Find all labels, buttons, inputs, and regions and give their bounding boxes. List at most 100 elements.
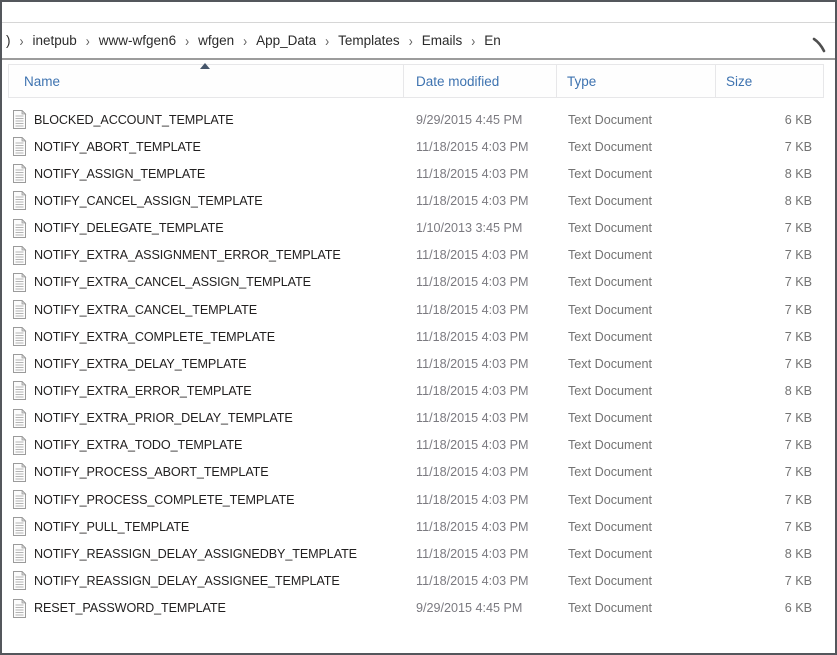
- file-row[interactable]: NOTIFY_EXTRA_PRIOR_DELAY_TEMPLATE 11/18/…: [2, 405, 833, 432]
- file-date-modified: 11/18/2015 4:03 PM: [404, 438, 558, 452]
- text-document-icon: [12, 571, 27, 590]
- text-document-icon: [12, 490, 27, 509]
- file-type: Text Document: [558, 194, 718, 208]
- text-document-icon: [12, 191, 27, 210]
- file-row[interactable]: NOTIFY_EXTRA_COMPLETE_TEMPLATE 11/18/201…: [2, 323, 833, 350]
- file-type: Text Document: [558, 303, 718, 317]
- file-size: 8 KB: [718, 384, 812, 398]
- text-document-icon: [12, 517, 27, 536]
- text-document-icon: [12, 436, 27, 455]
- file-type: Text Document: [558, 275, 718, 289]
- file-name: BLOCKED_ACCOUNT_TEMPLATE: [34, 113, 234, 127]
- file-name: RESET_PASSWORD_TEMPLATE: [34, 601, 226, 615]
- file-size: 8 KB: [718, 547, 812, 561]
- file-row[interactable]: RESET_PASSWORD_TEMPLATE 9/29/2015 4:45 P…: [2, 595, 833, 622]
- file-size: 7 KB: [718, 140, 812, 154]
- file-row[interactable]: NOTIFY_EXTRA_DELAY_TEMPLATE 11/18/2015 4…: [2, 350, 833, 377]
- file-type: Text Document: [558, 113, 718, 127]
- text-document-icon: [12, 246, 27, 265]
- file-row[interactable]: NOTIFY_ABORT_TEMPLATE 11/18/2015 4:03 PM…: [2, 133, 833, 160]
- file-size: 7 KB: [718, 411, 812, 425]
- file-name: NOTIFY_PROCESS_ABORT_TEMPLATE: [34, 465, 269, 479]
- file-type: Text Document: [558, 357, 718, 371]
- file-name: NOTIFY_EXTRA_DELAY_TEMPLATE: [34, 357, 246, 371]
- file-date-modified: 11/18/2015 4:03 PM: [404, 547, 558, 561]
- file-size: 7 KB: [718, 493, 812, 507]
- file-size: 6 KB: [718, 601, 812, 615]
- column-header-name-label: Name: [24, 74, 60, 89]
- breadcrumb-separator-icon: ›: [185, 32, 189, 50]
- text-document-icon: [12, 110, 27, 129]
- file-date-modified: 11/18/2015 4:03 PM: [404, 465, 558, 479]
- file-row[interactable]: BLOCKED_ACCOUNT_TEMPLATE 9/29/2015 4:45 …: [2, 106, 833, 133]
- breadcrumb-separator-icon: ›: [471, 32, 475, 50]
- breadcrumb-item-wfgen[interactable]: wfgen: [198, 33, 234, 48]
- file-size: 7 KB: [718, 248, 812, 262]
- file-type: Text Document: [558, 248, 718, 262]
- breadcrumb-item-templates[interactable]: Templates: [338, 33, 400, 48]
- file-name: NOTIFY_DELEGATE_TEMPLATE: [34, 221, 224, 235]
- file-size: 6 KB: [718, 113, 812, 127]
- file-date-modified: 11/18/2015 4:03 PM: [404, 357, 558, 371]
- sort-ascending-icon: [200, 63, 210, 69]
- breadcrumb-item-app_data[interactable]: App_Data: [256, 33, 316, 48]
- text-document-icon: [12, 409, 27, 428]
- breadcrumb-item-emails[interactable]: Emails: [422, 33, 463, 48]
- breadcrumb-item-www-wfgen6[interactable]: www-wfgen6: [99, 33, 176, 48]
- file-type: Text Document: [558, 601, 718, 615]
- column-header-type-label: Type: [567, 74, 596, 89]
- file-row[interactable]: NOTIFY_EXTRA_ASSIGNMENT_ERROR_TEMPLATE 1…: [2, 242, 833, 269]
- file-date-modified: 11/18/2015 4:03 PM: [404, 140, 558, 154]
- column-header-size[interactable]: Size: [715, 64, 824, 98]
- text-document-icon: [12, 219, 27, 238]
- file-row[interactable]: NOTIFY_DELEGATE_TEMPLATE 1/10/2013 3:45 …: [2, 215, 833, 242]
- file-row[interactable]: NOTIFY_PULL_TEMPLATE 11/18/2015 4:03 PM …: [2, 513, 833, 540]
- file-size: 7 KB: [718, 465, 812, 479]
- file-row[interactable]: NOTIFY_REASSIGN_DELAY_ASSIGNEDBY_TEMPLAT…: [2, 540, 833, 567]
- file-size: 7 KB: [718, 438, 812, 452]
- file-type: Text Document: [558, 520, 718, 534]
- file-row[interactable]: NOTIFY_EXTRA_TODO_TEMPLATE 11/18/2015 4:…: [2, 432, 833, 459]
- file-size: 7 KB: [718, 520, 812, 534]
- file-date-modified: 9/29/2015 4:45 PM: [404, 113, 558, 127]
- file-type: Text Document: [558, 411, 718, 425]
- file-type: Text Document: [558, 547, 718, 561]
- file-row[interactable]: NOTIFY_PROCESS_COMPLETE_TEMPLATE 11/18/2…: [2, 486, 833, 513]
- file-row[interactable]: NOTIFY_EXTRA_ERROR_TEMPLATE 11/18/2015 4…: [2, 377, 833, 404]
- file-size: 7 KB: [718, 330, 812, 344]
- file-size: 7 KB: [718, 275, 812, 289]
- file-size: 8 KB: [718, 194, 812, 208]
- column-header-name[interactable]: Name: [8, 64, 404, 98]
- file-name: NOTIFY_ABORT_TEMPLATE: [34, 140, 201, 154]
- breadcrumb-separator-icon: ›: [325, 32, 329, 50]
- column-header-size-label: Size: [726, 74, 752, 89]
- file-name: NOTIFY_ASSIGN_TEMPLATE: [34, 167, 205, 181]
- file-type: Text Document: [558, 221, 718, 235]
- file-date-modified: 11/18/2015 4:03 PM: [404, 411, 558, 425]
- file-date-modified: 11/18/2015 4:03 PM: [404, 248, 558, 262]
- file-row[interactable]: NOTIFY_PROCESS_ABORT_TEMPLATE 11/18/2015…: [2, 459, 833, 486]
- column-headers: Name Date modified Type Size: [8, 64, 824, 98]
- text-document-icon: [12, 327, 27, 346]
- file-row[interactable]: NOTIFY_EXTRA_CANCEL_ASSIGN_TEMPLATE 11/1…: [2, 269, 833, 296]
- file-date-modified: 1/10/2013 3:45 PM: [404, 221, 558, 235]
- file-type: Text Document: [558, 384, 718, 398]
- file-row[interactable]: NOTIFY_REASSIGN_DELAY_ASSIGNEE_TEMPLATE …: [2, 567, 833, 594]
- file-row[interactable]: NOTIFY_CANCEL_ASSIGN_TEMPLATE 11/18/2015…: [2, 187, 833, 214]
- file-date-modified: 11/18/2015 4:03 PM: [404, 167, 558, 181]
- column-header-date-modified[interactable]: Date modified: [403, 64, 557, 98]
- file-date-modified: 11/18/2015 4:03 PM: [404, 493, 558, 507]
- breadcrumb-item-inetpub[interactable]: inetpub: [33, 33, 77, 48]
- breadcrumb-items: ›inetpub›www-wfgen6›wfgen›App_Data›Templ…: [11, 33, 501, 48]
- file-type: Text Document: [558, 438, 718, 452]
- file-row[interactable]: NOTIFY_ASSIGN_TEMPLATE 11/18/2015 4:03 P…: [2, 160, 833, 187]
- text-document-icon: [12, 381, 27, 400]
- breadcrumb-separator-icon: ›: [20, 32, 24, 50]
- file-size: 7 KB: [718, 357, 812, 371]
- text-document-icon: [12, 273, 27, 292]
- file-type: Text Document: [558, 574, 718, 588]
- breadcrumb-item-en[interactable]: En: [484, 33, 501, 48]
- file-type: Text Document: [558, 465, 718, 479]
- column-header-type[interactable]: Type: [556, 64, 716, 98]
- file-row[interactable]: NOTIFY_EXTRA_CANCEL_TEMPLATE 11/18/2015 …: [2, 296, 833, 323]
